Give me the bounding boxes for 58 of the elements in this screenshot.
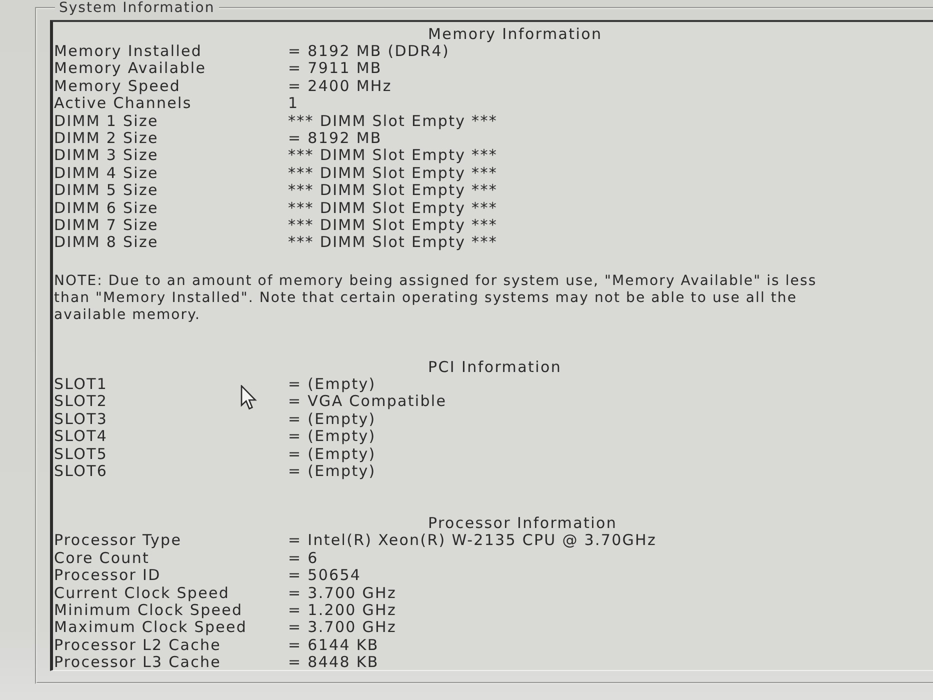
field-label: Processor Type	[54, 532, 182, 550]
field-value: = (Empty)	[288, 410, 376, 428]
field-label: DIMM 4 Size	[54, 164, 158, 182]
field-value: = 8192 MB	[288, 130, 382, 148]
field-value: *** DIMM Slot Empty ***	[288, 217, 498, 234]
field-label: Memory Available	[54, 60, 206, 78]
field-value: *** DIMM Slot Empty ***	[288, 164, 498, 182]
field-label: DIMM 7 Size	[54, 217, 158, 234]
field-label: SLOT5	[54, 446, 108, 463]
field-label: Memory Installed	[54, 43, 202, 60]
field-label: Active Channels	[54, 95, 192, 113]
field-value: = 3.700 GHz	[288, 619, 396, 637]
field-value: = 2400 MHz	[288, 78, 392, 96]
field-value: = 6144 KB	[288, 636, 379, 654]
section-heading: Processor Information	[428, 516, 618, 530]
field-value: 1	[288, 95, 299, 113]
field-value: *** DIMM Slot Empty ***	[288, 234, 498, 252]
section-heading: Memory Information	[428, 27, 602, 41]
field-label: SLOT6	[54, 462, 108, 480]
field-label: SLOT1	[54, 376, 108, 394]
field-value: = 3.700 GHz	[288, 584, 396, 602]
field-value: = (Empty)	[288, 446, 376, 463]
group-title: System Information	[58, 0, 216, 16]
field-label: DIMM 5 Size	[54, 182, 158, 200]
field-label: DIMM 2 Size	[54, 130, 158, 148]
field-label: SLOT4	[54, 428, 108, 446]
field-value: *** DIMM Slot Empty ***	[288, 112, 498, 130]
field-value: = (Empty)	[288, 462, 376, 480]
field-value: = (Empty)	[288, 376, 376, 394]
field-label: DIMM 8 Size	[54, 234, 158, 252]
field-value: = 1.200 GHz	[288, 602, 396, 620]
mouse-cursor-icon	[240, 385, 257, 410]
field-value: = (Empty)	[288, 428, 376, 446]
field-label: Processor L2 Cache	[54, 636, 222, 654]
field-label: DIMM 3 Size	[54, 147, 158, 165]
field-label: Minimum Clock Speed	[54, 602, 243, 620]
note-text: NOTE: Due to an amount of memory being assigned for system use, "Memory Available" is less than "Memory Installed". Note that certain operating systems may not be able to use all the available memory.	[54, 272, 818, 324]
field-value: *** DIMM Slot Empty ***	[288, 200, 498, 218]
field-label: Memory Speed	[54, 78, 181, 96]
field-value: *** DIMM Slot Empty ***	[288, 147, 498, 165]
field-label: Maximum Clock Speed	[54, 619, 248, 637]
field-label: Core Count	[54, 550, 150, 568]
field-label: Processor L3 Cache	[54, 654, 222, 672]
field-label: DIMM 1 Size	[54, 112, 158, 130]
field-value: = 6	[288, 550, 318, 568]
field-value: = 8192 MB (DDR4)	[288, 43, 450, 60]
field-value: = VGA Compatible	[288, 393, 447, 411]
field-label: Processor ID	[54, 567, 161, 585]
section-heading: PCI Information	[428, 360, 562, 374]
field-value: = 7911 MB	[288, 60, 382, 78]
field-label: SLOT3	[54, 410, 108, 428]
field-label: DIMM 6 Size	[54, 200, 158, 218]
field-value: *** DIMM Slot Empty ***	[288, 182, 498, 200]
field-label: Current Clock Speed	[54, 584, 230, 602]
field-value: = 50654	[288, 567, 362, 585]
field-value: = 8448 KB	[288, 654, 379, 672]
field-value: = Intel(R) Xeon(R) W-2135 CPU @ 3.70GHz	[288, 532, 656, 550]
field-label: SLOT2	[54, 393, 108, 411]
